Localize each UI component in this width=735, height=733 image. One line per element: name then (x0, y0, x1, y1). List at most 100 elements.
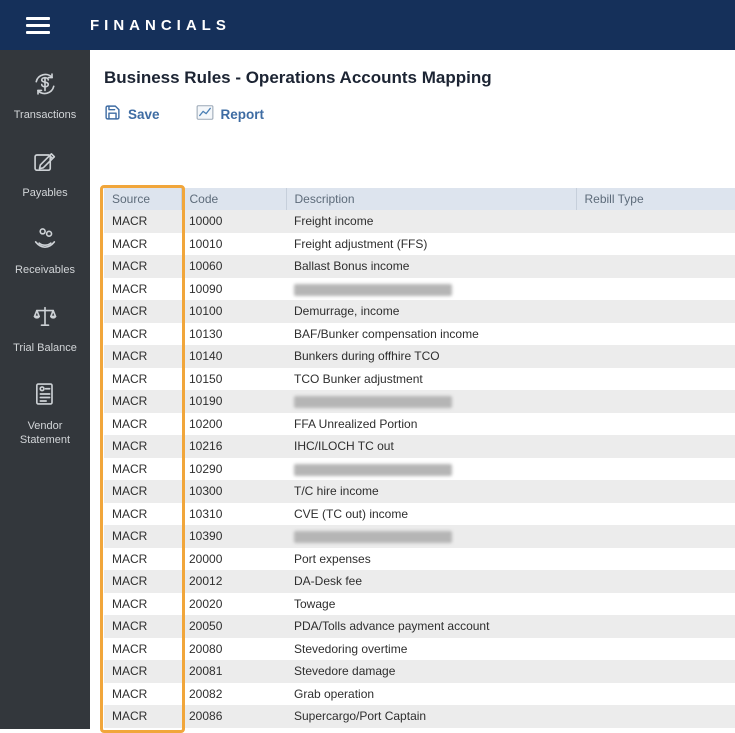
cell-code[interactable]: 10150 (181, 368, 286, 391)
cell-source[interactable]: MACR (104, 593, 181, 616)
cell-code[interactable]: 10100 (181, 300, 286, 323)
cell-description[interactable]: Grab operation (286, 683, 576, 706)
cell-code[interactable]: 10140 (181, 345, 286, 368)
table-row[interactable]: MACR 20012 DA-Desk fee (104, 570, 735, 593)
cell-description[interactable]: FFA Unrealized Portion (286, 413, 576, 436)
cell-source[interactable]: MACR (104, 413, 181, 436)
cell-description[interactable]: Port expenses (286, 548, 576, 571)
cell-source[interactable]: MACR (104, 233, 181, 256)
cell-description[interactable]: DA-Desk fee (286, 570, 576, 593)
cell-rebill-type[interactable] (576, 345, 735, 368)
cell-rebill-type[interactable] (576, 525, 735, 548)
cell-description[interactable] (286, 390, 576, 413)
cell-description[interactable]: Stevedore damage (286, 660, 576, 683)
cell-rebill-type[interactable] (576, 278, 735, 301)
table-row[interactable]: MACR 10310 CVE (TC out) income (104, 502, 735, 526)
cell-rebill-type[interactable] (576, 683, 735, 706)
table-row[interactable]: MACR 10300 T/C hire income (104, 480, 735, 503)
cell-code[interactable]: 10300 (181, 480, 286, 503)
table-row[interactable]: MACR 10140 Bunkers during offhire TCO (104, 345, 735, 368)
cell-description[interactable]: Freight adjustment (FFS) (286, 233, 576, 256)
cell-code[interactable]: 20080 (181, 638, 286, 661)
cell-description[interactable]: Freight income (286, 210, 576, 233)
sidebar-item-payables[interactable]: Payables (3, 148, 87, 201)
table-row[interactable]: MACR 10100 Demurrage, income (104, 300, 735, 323)
table-row[interactable]: MACR 20086 Supercargo/Port Captain (104, 705, 735, 728)
cell-rebill-type[interactable] (576, 210, 735, 233)
table-row[interactable]: MACR 20000 Port expenses (104, 547, 735, 571)
cell-code[interactable]: 10310 (181, 503, 286, 526)
cell-code[interactable]: 20082 (181, 683, 286, 706)
column-header-rebill-type[interactable]: Rebill Type (576, 188, 735, 210)
cell-source[interactable]: MACR (104, 683, 181, 706)
cell-rebill-type[interactable] (576, 300, 735, 323)
cell-rebill-type[interactable] (576, 638, 735, 661)
cell-rebill-type[interactable] (576, 458, 735, 481)
cell-source[interactable]: MACR (104, 458, 181, 481)
cell-source[interactable]: MACR (104, 503, 181, 526)
save-button[interactable]: Save (104, 104, 160, 124)
cell-rebill-type[interactable] (576, 548, 735, 571)
table-row[interactable]: MACR 10150 TCO Bunker adjustment (104, 367, 735, 391)
cell-rebill-type[interactable] (576, 615, 735, 638)
table-row[interactable]: MACR 10200 FFA Unrealized Portion (104, 412, 735, 436)
cell-source[interactable]: MACR (104, 255, 181, 278)
table-row[interactable]: MACR 10000 Freight income (104, 210, 735, 233)
cell-description[interactable] (286, 458, 576, 481)
table-row[interactable]: MACR 10010 Freight adjustment (FFS) (104, 232, 735, 256)
cell-description[interactable]: Towage (286, 593, 576, 616)
column-header-code[interactable]: Code (181, 188, 287, 210)
cell-code[interactable]: 10010 (181, 233, 286, 256)
cell-source[interactable]: MACR (104, 300, 181, 323)
cell-source[interactable]: MACR (104, 345, 181, 368)
sidebar-item-trial-balance[interactable]: Trial Balance (3, 303, 87, 356)
cell-rebill-type[interactable] (576, 413, 735, 436)
menu-icon[interactable] (22, 9, 54, 42)
cell-code[interactable]: 10130 (181, 323, 286, 346)
cell-code[interactable]: 10090 (181, 278, 286, 301)
table-row[interactable]: MACR 10090 (104, 277, 735, 301)
cell-code[interactable]: 10200 (181, 413, 286, 436)
table-row[interactable]: MACR 20082 Grab operation (104, 682, 735, 706)
cell-rebill-type[interactable] (576, 593, 735, 616)
cell-code[interactable]: 20086 (181, 705, 286, 728)
cell-code[interactable]: 10190 (181, 390, 286, 413)
cell-description[interactable]: Bunkers during offhire TCO (286, 345, 576, 368)
report-button[interactable]: Report (196, 104, 264, 124)
cell-rebill-type[interactable] (576, 480, 735, 503)
cell-rebill-type[interactable] (576, 570, 735, 593)
cell-rebill-type[interactable] (576, 660, 735, 683)
table-row[interactable]: MACR 10190 (104, 390, 735, 413)
cell-rebill-type[interactable] (576, 255, 735, 278)
cell-source[interactable]: MACR (104, 368, 181, 391)
cell-code[interactable]: 10000 (181, 210, 286, 233)
cell-source[interactable]: MACR (104, 480, 181, 503)
cell-source[interactable]: MACR (104, 435, 181, 458)
cell-source[interactable]: MACR (104, 705, 181, 728)
cell-source[interactable]: MACR (104, 278, 181, 301)
cell-description[interactable]: Supercargo/Port Captain (286, 705, 576, 728)
cell-code[interactable]: 20050 (181, 615, 286, 638)
cell-description[interactable] (286, 278, 576, 301)
table-row[interactable]: MACR 20081 Stevedore damage (104, 660, 735, 683)
cell-rebill-type[interactable] (576, 435, 735, 458)
cell-rebill-type[interactable] (576, 705, 735, 728)
cell-description[interactable]: Stevedoring overtime (286, 638, 576, 661)
cell-rebill-type[interactable] (576, 503, 735, 526)
column-header-description[interactable]: Description (286, 188, 577, 210)
cell-source[interactable]: MACR (104, 570, 181, 593)
cell-description[interactable]: BAF/Bunker compensation income (286, 323, 576, 346)
table-row[interactable]: MACR 20020 Towage (104, 592, 735, 616)
sidebar-item-receivables[interactable]: Receivables (3, 225, 87, 278)
cell-code[interactable]: 10216 (181, 435, 286, 458)
cell-source[interactable]: MACR (104, 525, 181, 548)
cell-description[interactable] (286, 525, 576, 548)
cell-description[interactable]: Demurrage, income (286, 300, 576, 323)
cell-code[interactable]: 10060 (181, 255, 286, 278)
cell-source[interactable]: MACR (104, 548, 181, 571)
cell-rebill-type[interactable] (576, 323, 735, 346)
table-row[interactable]: MACR 10060 Ballast Bonus income (104, 255, 735, 278)
cell-description[interactable]: IHC/ILOCH TC out (286, 435, 576, 458)
cell-description[interactable]: TCO Bunker adjustment (286, 368, 576, 391)
cell-code[interactable]: 20020 (181, 593, 286, 616)
